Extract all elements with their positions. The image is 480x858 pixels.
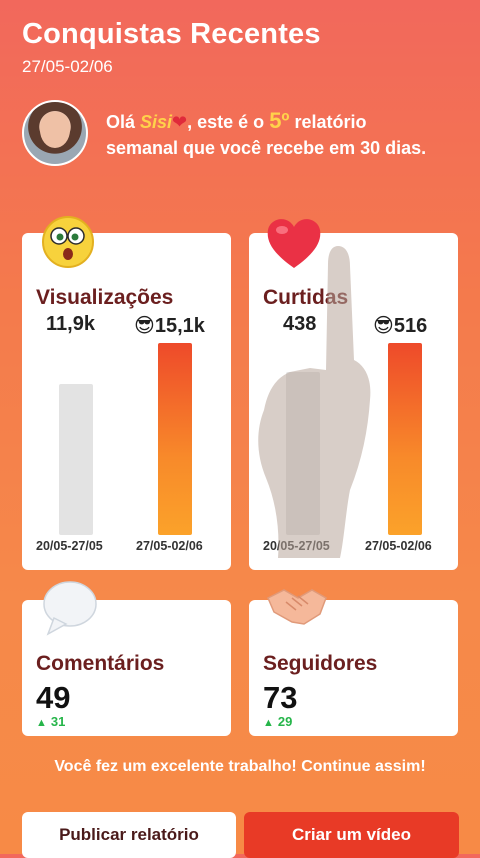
- arrow-up-icon: ▲: [263, 717, 274, 729]
- encouragement-message: Você fez um excelente trabalho! Continue…: [54, 758, 426, 775]
- comments-title: Comentários: [36, 652, 165, 675]
- followers-title: Seguidores: [263, 652, 378, 675]
- comments-delta: ▲ 31: [36, 714, 65, 729]
- views-curr-range: 27/05-02/06: [136, 539, 203, 553]
- likes-prev-bar: [286, 372, 320, 535]
- speech-bubble-icon: [43, 581, 97, 636]
- views-prev-range: 20/05-27/05: [36, 539, 103, 553]
- date-range: 27/05-02/06: [22, 57, 113, 76]
- likes-curr-number: 516: [393, 315, 428, 337]
- heart-icon: ❤: [172, 112, 188, 132]
- comments-delta-value: 31: [50, 714, 66, 729]
- greeting-text: Olá Sisi❤, este é o 5º relatório semanal…: [106, 108, 436, 161]
- cool-face-icon: 😎: [373, 315, 394, 337]
- views-title: Visualizações: [36, 286, 174, 309]
- likes-curr-range: 27/05-02/06: [365, 539, 432, 553]
- cool-face-icon: 😎: [134, 315, 155, 337]
- views-curr-number: 15,1k: [154, 315, 205, 337]
- header: Conquistas Recentes 27/05-02/06: [22, 18, 321, 77]
- views-prev-value: 11,9k: [46, 313, 95, 335]
- surprised-face-icon: [42, 216, 94, 268]
- comments-value: 49: [36, 680, 71, 715]
- create-video-button[interactable]: Criar um vídeo: [244, 812, 459, 858]
- handshake-icon: [267, 589, 327, 625]
- greeting-prefix: Olá: [106, 112, 141, 132]
- arrow-up-icon: ▲: [36, 717, 47, 729]
- report-number: 5º: [269, 108, 290, 133]
- views-curr-bar: [158, 343, 192, 535]
- views-curr-value: 😎15,1k: [134, 313, 205, 338]
- views-card[interactable]: Visualizações 11,9k 😎15,1k 20/05-27/05 2…: [22, 233, 231, 570]
- avatar: [22, 100, 88, 166]
- greeting-row: Olá Sisi❤, este é o 5º relatório semanal…: [22, 100, 462, 170]
- likes-curr-bar: [388, 343, 422, 535]
- followers-delta-value: 29: [277, 714, 293, 729]
- followers-delta: ▲ 29: [263, 714, 292, 729]
- likes-prev-value: 438: [283, 313, 317, 335]
- page-title: Conquistas Recentes: [22, 18, 321, 50]
- heart-icon: [267, 219, 321, 268]
- publish-report-button[interactable]: Publicar relatório: [22, 812, 236, 858]
- likes-prev-range: 20/05-27/05: [263, 539, 330, 553]
- likes-title: Curtidas: [263, 286, 349, 309]
- followers-value: 73: [263, 680, 298, 715]
- user-name: Sisi: [140, 112, 173, 132]
- likes-card[interactable]: Curtidas 438 😎516 20/05-27/05 27/05-02/0…: [249, 233, 458, 570]
- views-prev-bar: [59, 384, 93, 535]
- likes-curr-value: 😎516: [373, 313, 427, 338]
- greeting-middle: , este é o: [187, 112, 270, 132]
